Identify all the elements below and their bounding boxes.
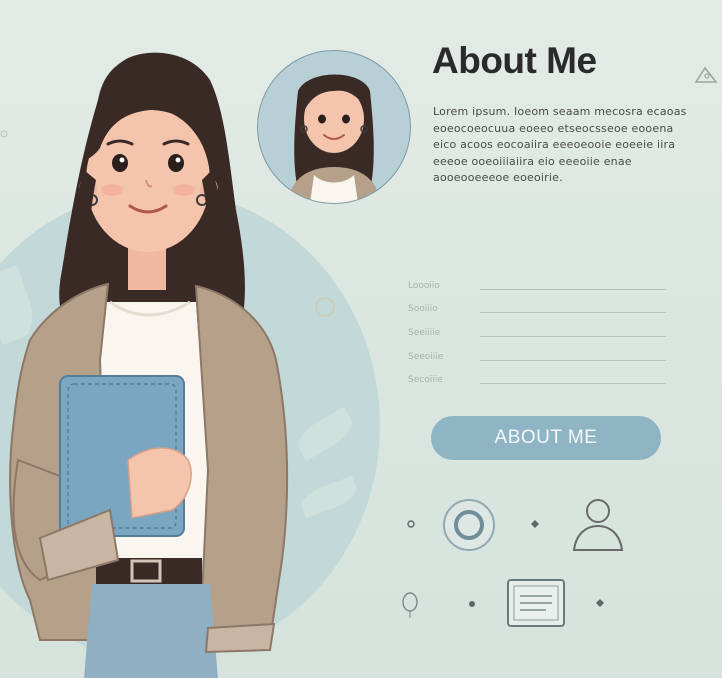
form-field-line <box>480 289 666 290</box>
form-field-line <box>480 312 666 313</box>
avatar-portrait <box>288 74 380 203</box>
form-field-line <box>480 383 666 384</box>
balloon-icon <box>402 592 418 618</box>
form-field-line <box>480 336 666 337</box>
page-title: About Me <box>432 40 597 81</box>
form-field[interactable]: Sooiiio <box>408 304 666 322</box>
about-me-button[interactable]: ABOUT ME <box>431 416 661 460</box>
triangle-icon <box>694 66 718 83</box>
user-icon[interactable] <box>570 496 626 554</box>
avatar[interactable] <box>257 50 411 204</box>
form-field-label: Loooiio <box>408 281 440 291</box>
dot-icon <box>469 601 475 607</box>
about-me-page: About Me Lorem ipsum. Ioeom seaam mecosr… <box>0 0 722 678</box>
card-icon[interactable] <box>506 578 566 628</box>
form-field-label: Secoiiie <box>408 375 443 385</box>
form-field-label: Seeoiiie <box>408 352 444 362</box>
bio-text: Lorem ipsum. Ioeom seaam mecosra ecaoas … <box>433 105 687 184</box>
diamond-icon <box>596 599 604 607</box>
form-field-label: Seeiiiie <box>408 328 441 338</box>
ring-icon[interactable] <box>441 497 497 553</box>
form-field[interactable]: Secoiiie <box>408 375 666 393</box>
diamond-icon <box>531 520 539 528</box>
form-field-label: Sooiiio <box>408 304 438 314</box>
form-field[interactable]: Loooiio <box>408 281 666 299</box>
dot-icon <box>407 520 415 528</box>
form-field[interactable]: Seeiiiie <box>408 328 666 346</box>
form-field[interactable]: Seeoiiie <box>408 352 666 370</box>
form-field-line <box>480 360 666 361</box>
